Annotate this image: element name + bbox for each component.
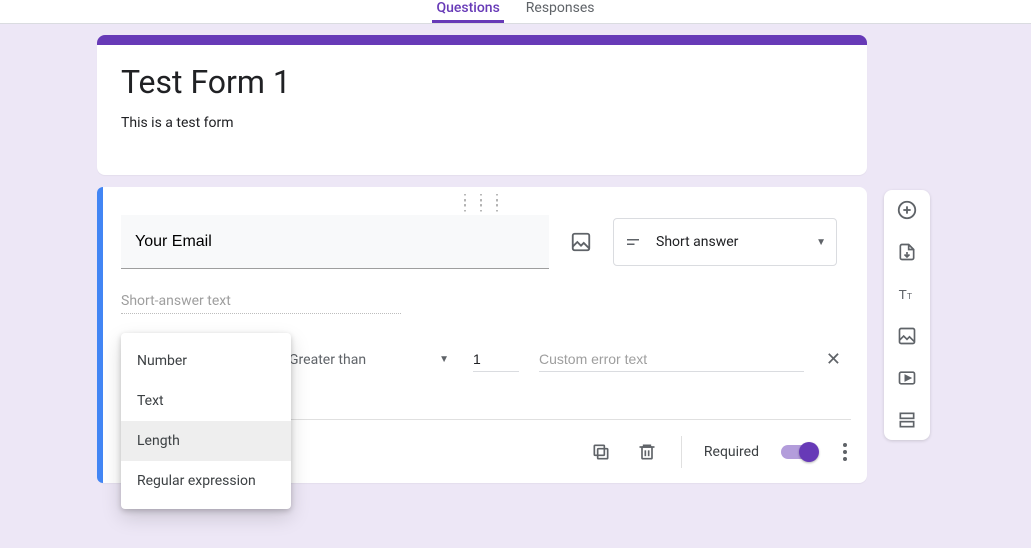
- tab-questions[interactable]: Questions: [432, 1, 503, 23]
- form-stage: Test Form 1 This is a test form ⋮⋮⋮⋮⋮⋮ S…: [0, 24, 1031, 548]
- add-video-icon[interactable]: [895, 366, 919, 390]
- question-type-select[interactable]: Short answer ▼: [613, 218, 837, 266]
- validation-type-option-text[interactable]: Text: [121, 381, 291, 421]
- side-toolbar: TT: [884, 190, 930, 440]
- required-label: Required: [704, 444, 759, 460]
- question-header-row: Short answer ▼: [121, 215, 843, 269]
- form-header-card: Test Form 1 This is a test form: [97, 35, 867, 175]
- validation-operator-select[interactable]: Greater than ▼: [289, 352, 453, 368]
- validation-type-option-length[interactable]: Length: [121, 421, 291, 461]
- question-type-label: Short answer: [656, 234, 802, 250]
- short-answer-icon: [624, 233, 642, 251]
- question-title-input[interactable]: [121, 215, 549, 269]
- svg-text:T: T: [907, 291, 912, 301]
- form-header-accent: [97, 35, 867, 45]
- short-answer-placeholder: Short-answer text: [121, 293, 401, 314]
- more-options-icon[interactable]: [839, 439, 851, 465]
- drag-handle-icon[interactable]: ⋮⋮⋮⋮⋮⋮: [458, 197, 506, 209]
- add-section-icon[interactable]: [895, 408, 919, 432]
- tab-responses-label: Responses: [526, 0, 595, 16]
- duplicate-button[interactable]: [589, 440, 613, 464]
- validation-operator-label: Greater than: [289, 352, 366, 368]
- delete-button[interactable]: [635, 440, 659, 464]
- add-title-icon[interactable]: TT: [895, 282, 919, 306]
- add-image-tool-icon[interactable]: [895, 324, 919, 348]
- form-description[interactable]: This is a test form: [121, 115, 843, 131]
- add-image-icon[interactable]: [569, 230, 593, 254]
- import-questions-icon[interactable]: [895, 240, 919, 264]
- question-active-indicator: [97, 187, 103, 483]
- add-question-icon[interactable]: [895, 198, 919, 222]
- form-title[interactable]: Test Form 1: [121, 63, 843, 101]
- remove-validation-icon[interactable]: ✕: [824, 349, 843, 370]
- chevron-down-icon: ▼: [816, 237, 826, 248]
- tab-responses[interactable]: Responses: [522, 1, 599, 23]
- validation-type-option-number[interactable]: Number: [121, 341, 291, 381]
- chevron-down-icon: ▼: [439, 354, 449, 365]
- validation-type-menu: Number Text Length Regular expression: [121, 333, 291, 509]
- tab-questions-label: Questions: [436, 0, 499, 16]
- validation-value-input[interactable]: [473, 347, 519, 372]
- required-toggle[interactable]: [781, 445, 817, 459]
- footer-divider: [681, 436, 682, 468]
- validation-type-option-regex[interactable]: Regular expression: [121, 461, 291, 501]
- validation-error-input[interactable]: [539, 347, 804, 372]
- svg-text:T: T: [899, 287, 907, 302]
- form-tabs: Questions Responses: [0, 0, 1031, 24]
